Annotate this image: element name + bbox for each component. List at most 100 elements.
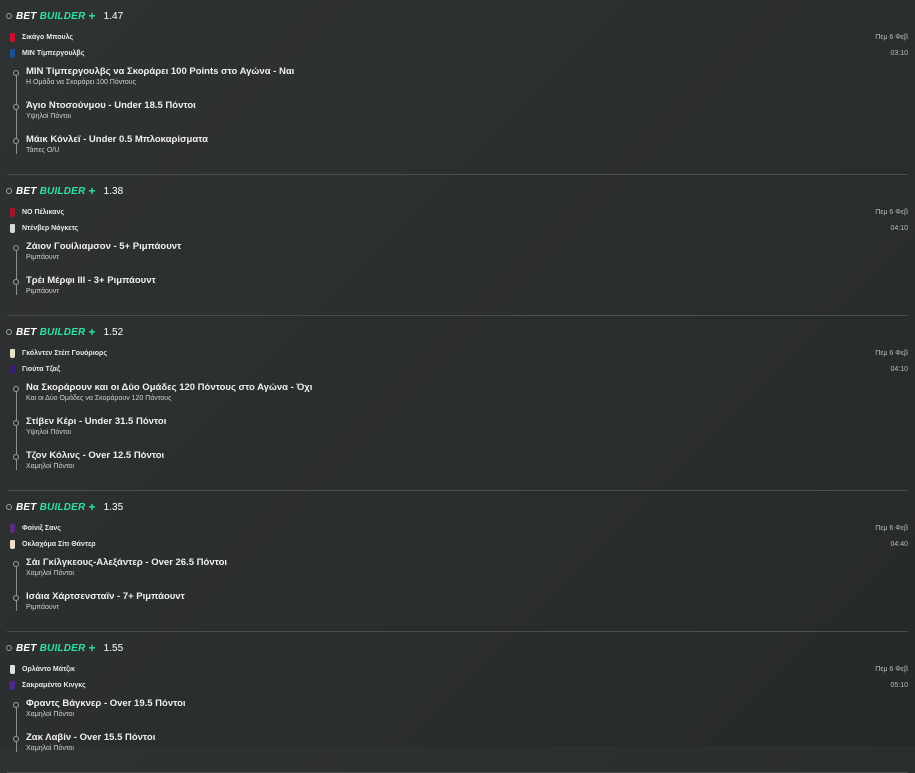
selection-leg[interactable]: Άγιο Ντοσούνμου - Under 18.5 Πόντοι Υψηλο… [13, 100, 908, 134]
team-row: Φοίνιξ Σανς Πεμ 6 Φεβ [7, 520, 908, 536]
plus-icon: + [88, 184, 96, 198]
match-date: Πεμ 6 Φεβ [875, 665, 908, 673]
total-odds: 1.35 [103, 501, 124, 513]
team-row: ΝΟ Πέλικανς Πεμ 6 Φεβ [7, 204, 908, 220]
selection-legs: Να Σκοράρουν και οι Δύο Ομάδες 120 Πόντο… [7, 382, 908, 484]
leg-selection: Σάι Γκίλγκεους-Αλεξάντερ - Over 26.5 Πόν… [26, 557, 228, 568]
team-row: Σακραμέντο Κινγκς 05:10 [7, 677, 908, 693]
bet-builder-card[interactable]: BET BUILDER +1.38 ΝΟ Πέλικανς Πεμ 6 Φεβ Ντένβ… [6, 175, 908, 316]
jersey-icon [10, 523, 15, 533]
selection-leg[interactable]: Ζακ Λαβίν - Over 15.5 Πόντοι Χαμηλοί Πόντ… [13, 732, 908, 766]
team-name: Ντένβερ Νάγκετς [22, 224, 79, 232]
leg-selection: Μάικ Κόνλεϊ - Under 0.5 Μπλοκαρίσματα [26, 134, 208, 145]
leg-dot-icon [13, 595, 19, 601]
leg-dot-icon [13, 138, 19, 144]
selection-leg[interactable]: ΜΙΝ Τίμπεργουλβς να Σκοράρει 100 Points … [13, 66, 908, 100]
selection-legs: ΜΙΝ Τίμπεργουλβς να Σκοράρει 100 Points … [7, 66, 908, 168]
select-radio-icon[interactable] [6, 504, 12, 510]
selection-leg[interactable]: Ζάιον Γουίλιαμσον - 5+ Ριμπάουντ Ριμπάουν… [13, 241, 908, 275]
leg-dot-icon [13, 104, 19, 110]
selection-legs: Φραντς Βάγκνερ - Over 19.5 Πόντοι Χαμηλοί… [7, 698, 908, 766]
bet-builder-logo: BET BUILDER + [16, 500, 96, 514]
leg-selection: Τζον Κόλινς - Over 12.5 Πόντοι [26, 450, 165, 461]
leg-selection: Άγιο Ντοσούνμου - Under 18.5 Πόντοι [26, 100, 196, 111]
legs-connector-line [16, 565, 17, 611]
match-date: Πεμ 6 Φεβ [875, 349, 908, 357]
jersey-icon [10, 223, 15, 233]
bet-builder-card[interactable]: BET BUILDER +1.55 Ορλάντο Μάτζικ Πεμ 6 Φεβ Σα… [6, 632, 908, 773]
match-teams: ΝΟ Πέλικανς Πεμ 6 Φεβ Ντένβερ Νάγκετς 04:10 [7, 204, 908, 236]
team-name: Σακραμέντο Κινγκς [22, 681, 86, 689]
bet-builder-card[interactable]: BET BUILDER +1.47 Σικάγο Μπουλς Πεμ 6 Φεβ ΜΙΝ… [6, 0, 908, 175]
card-header: BET BUILDER +1.52 [6, 323, 908, 341]
selection-leg[interactable]: Τρέι Μέρφι ΙΙΙ - 3+ Ριμπάουντ Ριμπάουντ [13, 275, 908, 309]
leg-selection: Ζακ Λαβίν - Over 15.5 Πόντοι [26, 732, 156, 743]
leg-market: Τάπες O/U [26, 147, 60, 154]
legs-connector-line [16, 706, 17, 752]
bet-builder-logo: BET BUILDER + [16, 325, 96, 339]
team-name: ΜΙΝ Τίμπεργουλβς [22, 49, 85, 57]
leg-selection: Φραντς Βάγκνερ - Over 19.5 Πόντοι [26, 698, 186, 709]
bet-builder-logo: BET BUILDER + [16, 9, 96, 23]
selection-leg[interactable]: Στίβεν Κέρι - Under 31.5 Πόντοι Υψηλοί Πό… [13, 416, 908, 450]
logo-builder-text: BUILDER [39, 326, 86, 338]
select-radio-icon[interactable] [6, 13, 12, 19]
jersey-icon [10, 348, 15, 358]
match-teams: Σικάγο Μπουλς Πεμ 6 Φεβ ΜΙΝ Τίμπεργουλβς 03… [7, 29, 908, 61]
select-radio-icon[interactable] [6, 188, 12, 194]
logo-bet-text: BET [16, 501, 37, 513]
leg-market: Υψηλοί Πόντοι [26, 113, 71, 120]
logo-bet-text: BET [16, 326, 37, 338]
leg-market: Χαμηλοί Πόντοι [26, 711, 74, 718]
match-date: Πεμ 6 Φεβ [875, 208, 908, 216]
bet-builder-card[interactable]: BET BUILDER +1.52 Γκόλντεν Στέιτ Γουόριορς Π… [6, 316, 908, 491]
logo-bet-text: BET [16, 10, 37, 22]
match-time: 04:10 [890, 224, 908, 232]
selection-leg[interactable]: Τζον Κόλινς - Over 12.5 Πόντοι Χαμηλοί Πό… [13, 450, 908, 484]
bet-builder-card[interactable]: BET BUILDER +1.35 Φοίνιξ Σανς Πεμ 6 Φεβ Οκλαχ… [6, 491, 908, 632]
selection-leg[interactable]: Ισάια Χάρτσενσταϊν - 7+ Ριμπάουντ Ριμπάου… [13, 591, 908, 625]
selection-leg[interactable]: Φραντς Βάγκνερ - Over 19.5 Πόντοι Χαμηλοί… [13, 698, 908, 732]
leg-market: Χαμηλοί Πόντοι [26, 745, 74, 752]
total-odds: 1.47 [103, 10, 124, 22]
match-time: 04:40 [890, 540, 908, 548]
team-name: Ορλάντο Μάτζικ [22, 665, 75, 673]
jersey-icon [10, 48, 15, 58]
logo-builder-text: BUILDER [39, 185, 86, 197]
leg-market: Χαμηλοί Πόντοι [26, 463, 74, 470]
bet-builder-logo: BET BUILDER + [16, 641, 96, 655]
jersey-icon [10, 207, 15, 217]
plus-icon: + [88, 325, 96, 339]
leg-dot-icon [13, 386, 19, 392]
team-row: Γιούτα Τζαζ 04:10 [7, 361, 908, 377]
select-radio-icon[interactable] [6, 645, 12, 651]
logo-bet-text: BET [16, 642, 37, 654]
selection-leg[interactable]: Σάι Γκίλγκεους-Αλεξάντερ - Over 26.5 Πόν… [13, 557, 908, 591]
match-teams: Ορλάντο Μάτζικ Πεμ 6 Φεβ Σακραμέντο Κινγκς… [7, 661, 908, 693]
leg-dot-icon [13, 736, 19, 742]
leg-market: Και οι Δύο Ομάδες να Σκοράρουν 120 Πόντο… [26, 395, 172, 402]
leg-selection: Να Σκοράρουν και οι Δύο Ομάδες 120 Πόντο… [26, 382, 313, 393]
match-teams: Φοίνιξ Σανς Πεμ 6 Φεβ Οκλαχόμα Σίτι Θάντερ… [7, 520, 908, 552]
card-header: BET BUILDER +1.38 [6, 182, 908, 200]
jersey-icon [10, 364, 15, 374]
selection-legs: Σάι Γκίλγκεους-Αλεξάντερ - Over 26.5 Πόν… [7, 557, 908, 625]
plus-icon: + [88, 641, 96, 655]
match-time: 04:10 [890, 365, 908, 373]
logo-builder-text: BUILDER [39, 10, 86, 22]
selection-leg[interactable]: Να Σκοράρουν και οι Δύο Ομάδες 120 Πόντο… [13, 382, 908, 416]
legs-connector-line [16, 249, 17, 295]
total-odds: 1.52 [103, 326, 124, 338]
logo-builder-text: BUILDER [39, 642, 86, 654]
total-odds: 1.55 [103, 642, 124, 654]
plus-icon: + [88, 500, 96, 514]
team-row: Οκλαχόμα Σίτι Θάντερ 04:40 [7, 536, 908, 552]
leg-market: Η Ομάδα να Σκοράρει 100 Πόντους [26, 79, 137, 86]
select-radio-icon[interactable] [6, 329, 12, 335]
bet-builder-list: BET BUILDER +1.47 Σικάγο Μπουλς Πεμ 6 Φεβ ΜΙΝ… [0, 0, 915, 773]
match-date: Πεμ 6 Φεβ [875, 33, 908, 41]
selection-leg[interactable]: Μάικ Κόνλεϊ - Under 0.5 Μπλοκαρίσματα Τάπ… [13, 134, 908, 168]
selection-legs: Ζάιον Γουίλιαμσον - 5+ Ριμπάουντ Ριμπάουν… [7, 241, 908, 309]
team-name: Οκλαχόμα Σίτι Θάντερ [22, 540, 96, 548]
leg-dot-icon [13, 70, 19, 76]
